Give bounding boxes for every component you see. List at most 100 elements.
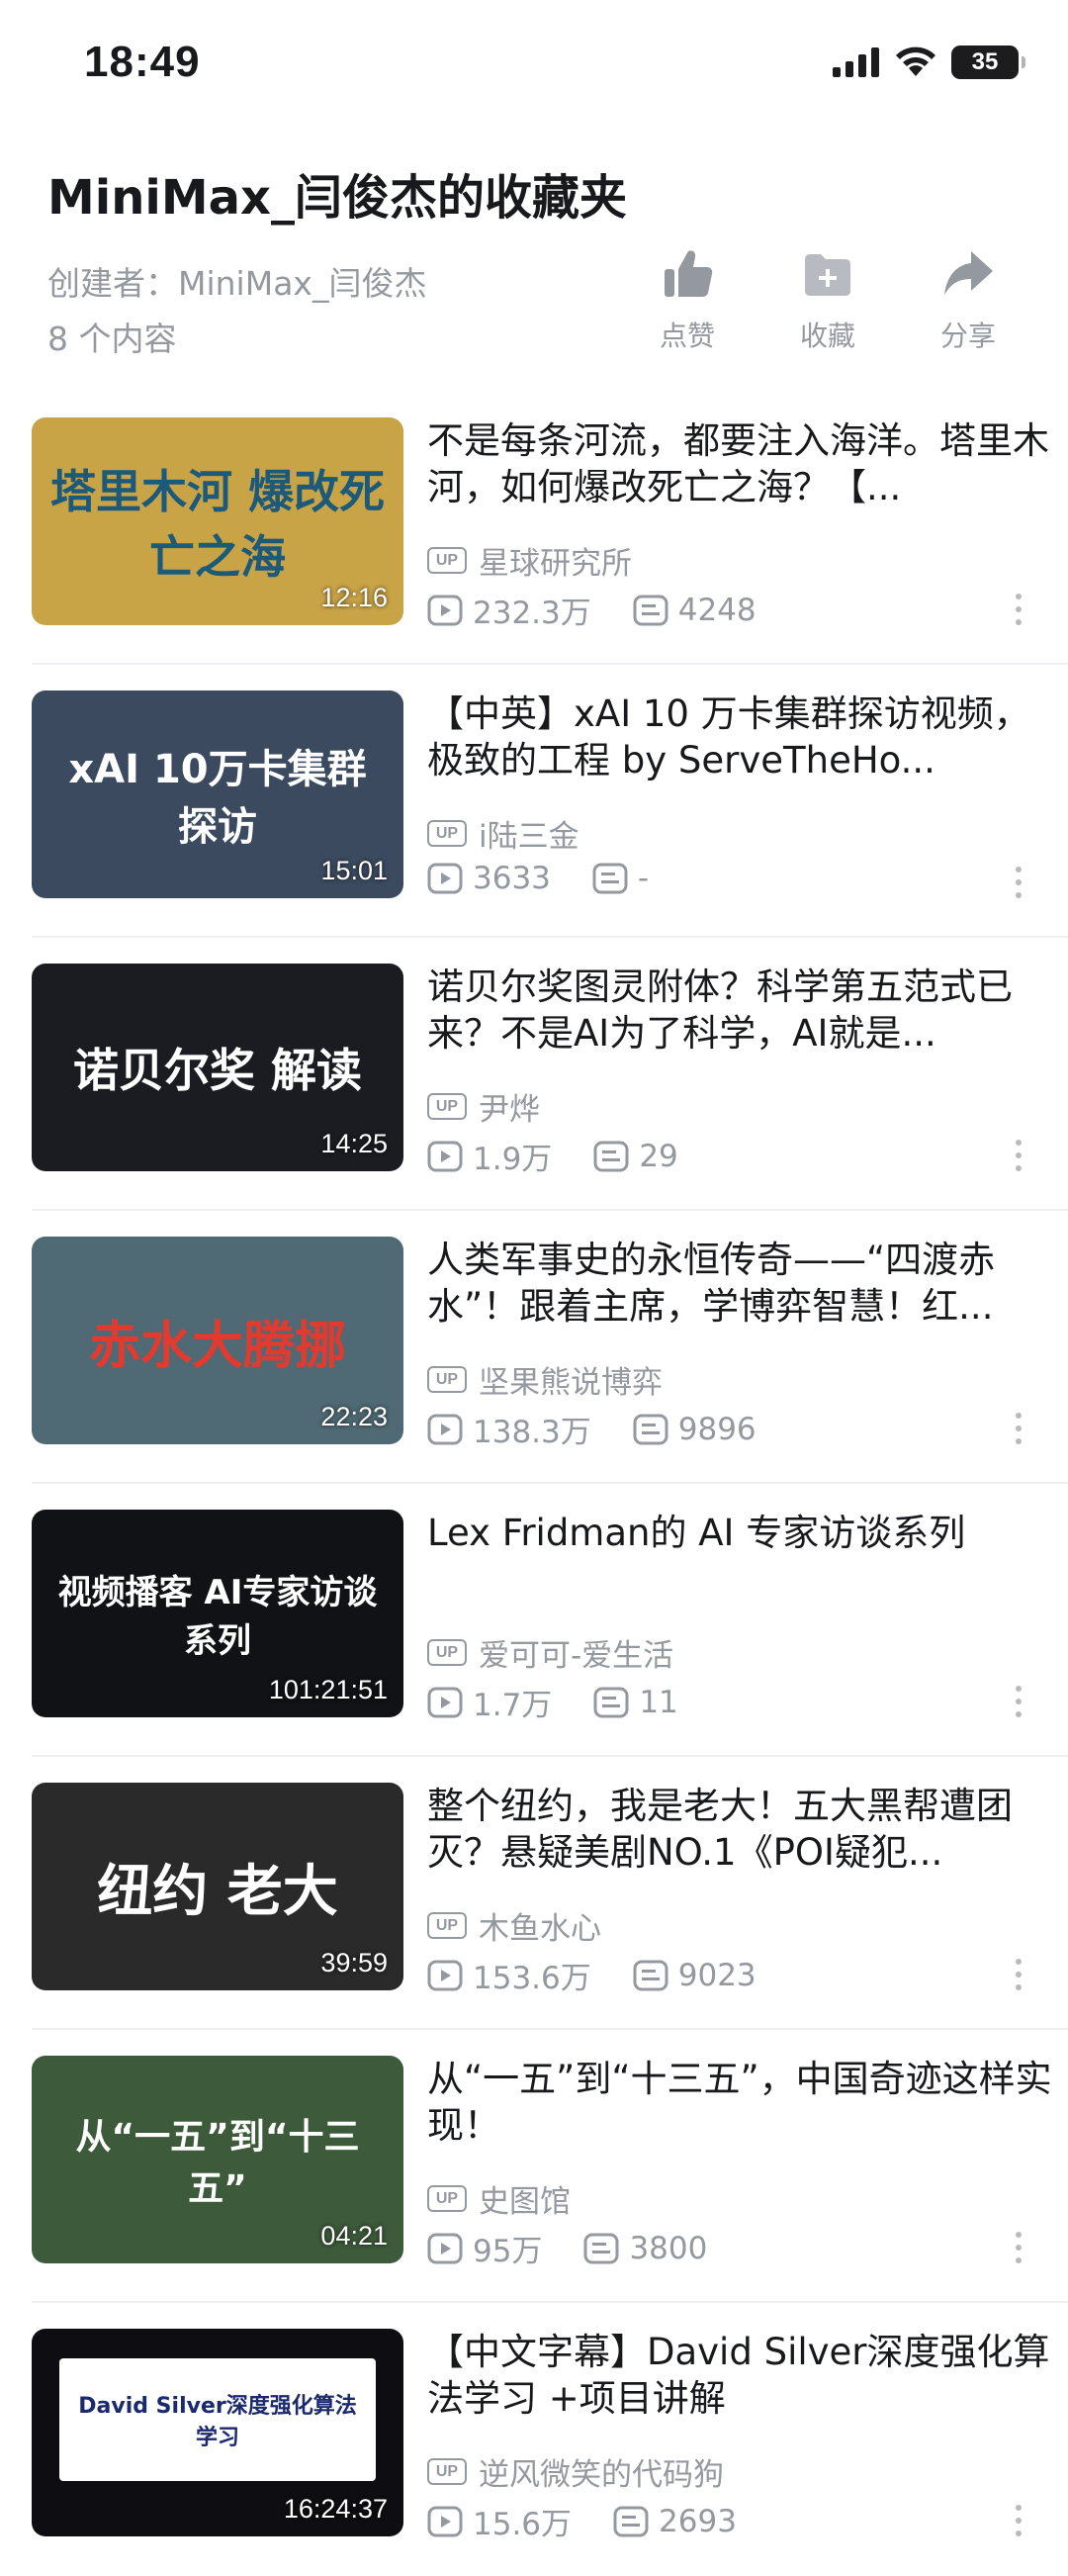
danmaku-count: 4248 — [677, 592, 756, 628]
video-thumbnail[interactable]: 视频播客 AI专家访谈系列 101:21:51 — [32, 1510, 403, 1717]
uploader-row[interactable]: UP 爱可可-爱生活 — [427, 1630, 673, 1675]
play-count-icon — [427, 2506, 463, 2536]
view-count: 1.7万 — [473, 1688, 553, 1723]
video-item[interactable]: 赤水大腾挪 22:23 人类军事史的永恒传奇——“四渡赤水”！跟着主席，学博弈智… — [32, 1237, 1068, 1510]
uploader-row[interactable]: UP 逆风微笑的代码狗 — [427, 2449, 724, 2494]
up-badge-icon: UP — [427, 820, 467, 847]
more-options-icon[interactable] — [1013, 1140, 1024, 1171]
wifi-icon — [896, 46, 935, 76]
share-label: 分享 — [939, 320, 996, 352]
uploader-row[interactable]: UP 尹烨 — [427, 1084, 540, 1129]
video-title[interactable]: 不是每条河流，都要注入海洋。塔里木河，如何爆改死亡之海？【... — [427, 417, 1060, 510]
video-title[interactable]: 整个纽约，我是老大！五大黑帮遭团灭？悬疑美剧NO.1《POI疑犯... — [427, 1783, 1060, 1876]
video-title[interactable]: Lex Fridman的 AI 专家访谈系列 — [427, 1510, 1060, 1556]
danmaku-icon — [593, 1687, 629, 1717]
video-stats: 15.6万 2693 — [427, 2499, 737, 2543]
thumbnail-text: 塔里木河 爆改死亡之海 — [49, 465, 385, 584]
danmaku-icon — [613, 2506, 649, 2536]
uploader-row[interactable]: UP 星球研究所 — [427, 538, 632, 583]
video-item[interactable]: 诺贝尔奖 解读 14:25 诺贝尔奖图灵附体？科学第五范式已来？不是AI为了科学… — [32, 964, 1068, 1237]
video-duration: 101:21:51 — [268, 1675, 388, 1704]
view-count: 3633 — [473, 861, 551, 896]
more-options-icon[interactable] — [1013, 867, 1024, 898]
more-options-icon[interactable] — [1013, 1959, 1024, 1990]
video-duration: 39:59 — [320, 1948, 388, 1978]
status-icons: 35 — [833, 46, 1025, 79]
uploader-row[interactable]: UP i陆三金 — [427, 811, 579, 856]
divider — [32, 2301, 1068, 2303]
up-badge-icon: UP — [427, 1639, 467, 1666]
video-title[interactable]: 从“一五”到“十三五”，中国奇迹这样实现！ — [427, 2056, 1060, 2149]
creator-label[interactable]: 创建者：MiniMax_闫俊杰 — [47, 257, 426, 305]
video-title[interactable]: 诺贝尔奖图灵附体？科学第五范式已来？不是AI为了科学，AI就是... — [427, 964, 1060, 1057]
like-label: 点赞 — [659, 320, 715, 352]
video-item[interactable]: xAI 10万卡集群 探访 15:01 【中英】xAI 10 万卡集群探访视频，… — [32, 690, 1068, 964]
favorites-header: MiniMax_闫俊杰的收藏夹 创建者：MiniMax_闫俊杰 8 个内容 点赞… — [0, 119, 1068, 381]
page-title: MiniMax_闫俊杰的收藏夹 — [47, 170, 627, 226]
battery-indicator: 35 — [951, 46, 1025, 79]
play-count-icon — [427, 1414, 463, 1444]
divider — [32, 1482, 1068, 1484]
video-stats: 232.3万 4248 — [427, 588, 756, 632]
view-count: 232.3万 — [473, 596, 591, 631]
more-options-icon[interactable] — [1013, 594, 1024, 625]
play-count-icon — [427, 595, 463, 625]
video-item[interactable]: 视频播客 AI专家访谈系列 101:21:51 Lex Fridman的 AI … — [32, 1510, 1068, 1783]
danmaku-count: 9896 — [677, 1411, 756, 1447]
video-thumbnail[interactable]: 赤水大腾挪 22:23 — [32, 1237, 403, 1444]
video-stats: 153.6万 9023 — [427, 1953, 756, 1997]
content-count: 8 个内容 — [47, 320, 177, 358]
video-duration: 12:16 — [320, 583, 388, 612]
video-duration: 15:01 — [320, 856, 388, 885]
uploader-row[interactable]: UP 史图馆 — [427, 2176, 571, 2221]
share-button[interactable]: 分享 — [898, 245, 1038, 354]
video-item[interactable]: 塔里木河 爆改死亡之海 12:16 不是每条河流，都要注入海洋。塔里木河，如何爆… — [32, 417, 1068, 690]
danmaku-icon — [633, 1960, 668, 1990]
divider — [32, 1209, 1068, 1211]
video-duration: 14:25 — [320, 1129, 388, 1158]
video-title[interactable]: 人类军事史的永恒传奇——“四渡赤水”！跟着主席，学博弈智慧！红... — [427, 1237, 1060, 1330]
video-title[interactable]: 【中英】xAI 10 万卡集群探访视频，极致的工程 by ServeTheHo.… — [427, 690, 1060, 783]
video-stats: 138.3万 9896 — [427, 1407, 756, 1451]
more-options-icon[interactable] — [1013, 1686, 1024, 1717]
video-item[interactable]: 从“一五”到“十三五” 04:21 从“一五”到“十三五”，中国奇迹这样实现！ … — [32, 2056, 1068, 2329]
view-count: 1.9万 — [473, 1142, 553, 1177]
video-item[interactable]: 纽约 老大 39:59 整个纽约，我是老大！五大黑帮遭团灭？悬疑美剧NO.1《P… — [32, 1783, 1068, 2056]
danmaku-count: 29 — [639, 1138, 678, 1174]
video-thumbnail[interactable]: 诺贝尔奖 解读 14:25 — [32, 964, 403, 1171]
cellular-signal-icon — [833, 47, 879, 77]
uploader-row[interactable]: UP 木鱼水心 — [427, 1903, 601, 1948]
video-thumbnail[interactable]: 纽约 老大 39:59 — [32, 1783, 403, 1990]
video-title[interactable]: 【中文字幕】David Silver深度强化算法学习 +项目讲解 — [427, 2329, 1060, 2422]
up-badge-icon: UP — [427, 1093, 467, 1120]
play-count-icon — [427, 2233, 463, 2263]
video-item[interactable]: David Silver深度强化算法学习 16:24:37 【中文字幕】Davi… — [32, 2329, 1068, 2576]
video-thumbnail[interactable]: 塔里木河 爆改死亡之海 12:16 — [32, 417, 403, 625]
collect-button[interactable]: 收藏 — [757, 245, 898, 354]
uploader-name: 史图馆 — [479, 2184, 571, 2220]
more-options-icon[interactable] — [1013, 2505, 1024, 2536]
video-duration: 04:21 — [320, 2221, 388, 2251]
divider — [32, 2028, 1068, 2030]
video-thumbnail[interactable]: xAI 10万卡集群 探访 15:01 — [32, 690, 403, 898]
danmaku-count: 3800 — [629, 2230, 708, 2266]
uploader-name: 爱可可-爱生活 — [479, 1638, 674, 1674]
like-button[interactable]: 点赞 — [617, 245, 757, 354]
view-count: 138.3万 — [473, 1415, 591, 1450]
video-thumbnail[interactable]: David Silver深度强化算法学习 16:24:37 — [32, 2329, 403, 2536]
uploader-row[interactable]: UP 坚果熊说博弈 — [427, 1357, 663, 1402]
more-options-icon[interactable] — [1013, 2232, 1024, 2263]
divider — [32, 936, 1068, 938]
up-badge-icon: UP — [427, 2458, 467, 2485]
play-count-icon — [427, 1960, 463, 1990]
video-duration: 16:24:37 — [283, 2494, 388, 2524]
more-options-icon[interactable] — [1013, 1413, 1024, 1444]
video-thumbnail[interactable]: 从“一五”到“十三五” 04:21 — [32, 2056, 403, 2263]
status-bar: 18:49 35 — [0, 0, 1068, 119]
view-count: 15.6万 — [473, 2507, 573, 2542]
up-badge-icon: UP — [427, 1912, 467, 1939]
uploader-name: 逆风微笑的代码狗 — [479, 2457, 724, 2493]
video-stats: 95万 3800 — [427, 2226, 707, 2270]
uploader-name: 星球研究所 — [479, 546, 632, 582]
danmaku-count: 2693 — [659, 2503, 737, 2539]
